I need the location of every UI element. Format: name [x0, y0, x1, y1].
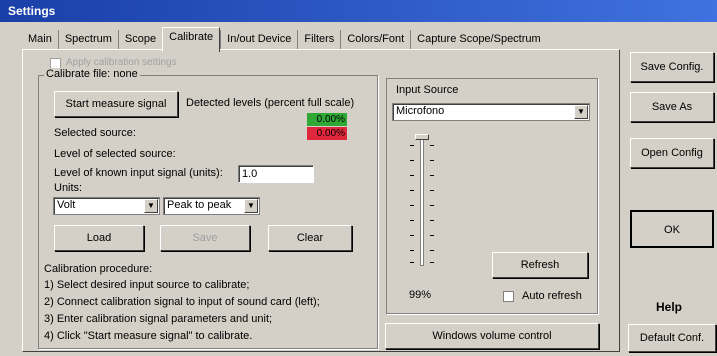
- slider-tick: [410, 220, 414, 221]
- slider-tick: [410, 190, 414, 191]
- ok-button[interactable]: OK: [630, 210, 714, 248]
- units-select[interactable]: Volt ▼: [53, 197, 160, 215]
- tab-inout-device[interactable]: In/out Device: [220, 30, 297, 50]
- slider-tick: [410, 205, 414, 206]
- auto-refresh-checkbox[interactable]: [503, 291, 514, 302]
- save-as-button[interactable]: Save As: [630, 92, 714, 122]
- slider-tick: [430, 220, 434, 221]
- tab-spectrum[interactable]: Spectrum: [57, 30, 118, 50]
- procedure-step-3: 3) Enter calibration signal parameters a…: [44, 313, 273, 325]
- detected-levels-label: Detected levels (percent full scale): [186, 97, 355, 109]
- window-title: Settings: [0, 0, 717, 22]
- units-select-value: Volt: [57, 199, 76, 211]
- measure-mode-value: Peak to peak: [167, 199, 232, 211]
- auto-refresh-label: Auto refresh: [522, 290, 582, 302]
- slider-tick: [430, 205, 434, 206]
- detected-level-green: 0.00%: [307, 113, 347, 126]
- input-source-select[interactable]: Microfono ▼: [392, 103, 590, 121]
- load-button[interactable]: Load: [54, 225, 144, 251]
- procedure-step-4: 4) Click "Start measure signal" to calib…: [44, 330, 253, 342]
- slider-tick: [410, 250, 414, 251]
- slider-tick: [430, 262, 434, 263]
- save-config-button[interactable]: Save Config.: [630, 52, 714, 82]
- slider-tick: [410, 175, 414, 176]
- clear-button[interactable]: Clear: [268, 225, 352, 251]
- known-input-label: Level of known input signal (units):: [54, 167, 223, 179]
- chevron-down-icon[interactable]: ▼: [244, 199, 258, 213]
- slider-tick: [410, 160, 414, 161]
- tab-strip: Main Spectrum Scope Calibrate In/out Dev…: [22, 27, 547, 52]
- volume-slider-track[interactable]: [420, 134, 424, 266]
- calibrate-file-label: Calibrate file: none: [44, 68, 140, 80]
- default-conf-button[interactable]: Default Conf.: [628, 324, 716, 352]
- help-button[interactable]: Help: [656, 300, 682, 314]
- slider-tick: [430, 160, 434, 161]
- slider-tick: [410, 262, 414, 263]
- slider-tick: [410, 235, 414, 236]
- procedure-step-1: 1) Select desired input source to calibr…: [44, 279, 250, 291]
- detected-level-red: 0.00%: [307, 127, 347, 140]
- tab-calibrate[interactable]: Calibrate: [162, 27, 221, 52]
- refresh-button[interactable]: Refresh: [492, 252, 588, 278]
- apply-calibration-label: Apply calibration settings: [66, 57, 177, 68]
- slider-tick: [430, 145, 434, 146]
- tab-scope[interactable]: Scope: [117, 30, 162, 50]
- save-button[interactable]: Save: [160, 225, 250, 251]
- start-measure-button[interactable]: Start measure signal: [54, 91, 178, 117]
- slider-tick: [430, 235, 434, 236]
- selected-source-label: Selected source:: [54, 127, 136, 139]
- chevron-down-icon[interactable]: ▼: [574, 105, 588, 119]
- tab-filters[interactable]: Filters: [297, 30, 340, 50]
- input-source-title: Input Source: [396, 84, 459, 96]
- tab-main[interactable]: Main: [22, 30, 58, 50]
- units-label: Units:: [54, 182, 83, 194]
- chevron-down-icon[interactable]: ▼: [144, 199, 158, 213]
- slider-tick: [430, 175, 434, 176]
- windows-volume-button[interactable]: Windows volume control: [385, 323, 599, 349]
- slider-tick: [430, 250, 434, 251]
- measure-mode-select[interactable]: Peak to peak ▼: [163, 197, 260, 215]
- input-source-value: Microfono: [396, 105, 445, 117]
- tab-colors-font[interactable]: Colors/Font: [340, 30, 410, 50]
- open-config-button[interactable]: Open Config: [630, 138, 714, 168]
- slider-tick: [410, 145, 414, 146]
- slider-tick: [430, 190, 434, 191]
- tab-capture-scope-spectrum[interactable]: Capture Scope/Spectrum: [410, 30, 547, 50]
- volume-value: 99%: [409, 289, 432, 301]
- known-input-field[interactable]: 1.0: [238, 165, 314, 183]
- volume-slider-thumb[interactable]: [415, 134, 429, 140]
- procedure-title: Calibration procedure:: [44, 263, 153, 275]
- level-selected-source-label: Level of selected source:: [54, 148, 176, 160]
- procedure-step-2: 2) Connect calibration signal to input o…: [44, 296, 320, 308]
